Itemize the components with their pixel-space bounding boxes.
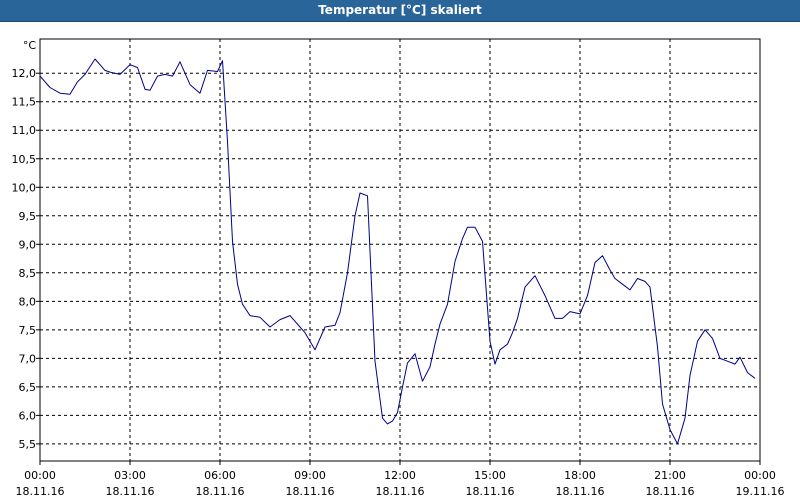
x-tick-label-date: 18.11.16 [466,485,515,498]
y-tick-label: 6,5 [19,381,37,394]
y-tick-label: 11,5 [12,96,37,109]
x-tick-label-time: 06:00 [204,469,236,482]
y-tick-label: 5,5 [19,438,37,451]
y-axis-label: °C [23,39,37,52]
x-tick-label-date: 18.11.16 [556,485,605,498]
y-tick-label: 10,0 [12,181,37,194]
x-tick-label-date: 18.11.16 [106,485,155,498]
x-tick-label-time: 15:00 [474,469,506,482]
x-tick-label-time: 18:00 [564,469,596,482]
y-tick-label: 10,5 [12,153,37,166]
y-tick-label: 7,0 [19,352,37,365]
x-tick-label-date: 18.11.16 [286,485,335,498]
temperature-chart: 00:00 18.11.16 03:00 18.11.16 06:00 18.11.16 0… [12,38,785,498]
x-tick-label-date: 18.11.16 [646,485,695,498]
x-tick-label-date: 18.11.16 [196,485,245,498]
y-tick-label: 9,0 [19,238,37,251]
y-tick-label: 11,0 [12,124,37,137]
x-tick-label-time: 00:00 [24,469,56,482]
y-tick-label: 7,5 [19,324,37,337]
x-tick-label-time: 00:00 [744,469,776,482]
window-title: Temperatur [°C] skaliert [0,0,800,22]
y-tick-label: 8,0 [19,295,37,308]
x-tick-label-time: 03:00 [114,469,146,482]
chart-area: 00:00 18.11.16 03:00 18.11.16 06:00 18.11.16 0… [0,22,800,500]
x-tick-label-time: 21:00 [654,469,686,482]
y-tick-label: 12,0 [12,67,37,80]
x-tick-label-time: 09:00 [294,469,326,482]
x-tick-label-date: 18.11.16 [376,485,425,498]
x-tick-label-date: 18.11.16 [16,485,65,498]
y-tick-label: 6,0 [19,409,37,422]
x-tick-label-date: 19.11.16 [736,485,785,498]
x-tick-label-time: 12:00 [384,469,416,482]
chart-window: Temperatur [°C] skaliert 00:00 18.11.16 03… [0,0,800,500]
y-tick-label: 8,5 [19,267,37,280]
y-tick-label: 9,5 [19,210,37,223]
